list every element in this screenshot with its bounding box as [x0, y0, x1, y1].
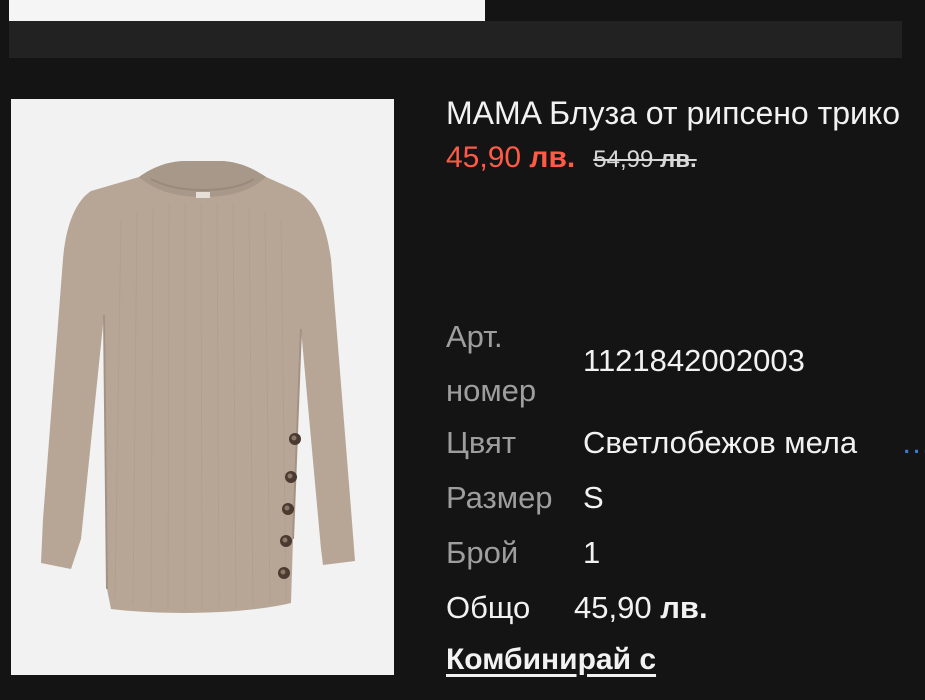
original-price-currency: лв. — [660, 146, 697, 173]
article-label: Арт. номер — [446, 319, 537, 408]
detail-row-total: Общо 45,90 лв. — [446, 580, 925, 635]
combine-with-link[interactable]: Комбинирай с — [446, 636, 656, 684]
color-label: Цвят — [446, 425, 517, 460]
detail-row-article: Арт. номер 1121842002003 — [446, 304, 925, 415]
quantity-value: 1 — [583, 535, 601, 570]
product-image[interactable] — [11, 99, 394, 675]
top-image-strip — [9, 0, 485, 21]
quantity-label: Брой — [446, 535, 519, 570]
product-page: MAMA Блуза от рипсено трико 45,90 лв. 54… — [0, 0, 925, 700]
size-value: S — [583, 480, 604, 515]
original-price-amount: 54,99 — [593, 146, 654, 173]
total-label: Общо — [446, 590, 531, 625]
total-value: 45,90 лв. — [574, 580, 708, 635]
detail-row-size: Размер S — [446, 470, 925, 525]
product-title: MAMA Блуза от рипсено трико — [446, 95, 901, 131]
product-details: Арт. номер 1121842002003 Цвят Светлобежо… — [446, 304, 925, 635]
sale-price-currency: лв. — [529, 141, 576, 174]
detail-row-quantity: Брой 1 — [446, 525, 925, 580]
detail-row-color: Цвят Светлобежов мела … — [446, 415, 925, 470]
color-value: Светлобежов мела — [583, 425, 858, 460]
size-label: Размер — [446, 480, 553, 515]
garment-illustration — [11, 99, 394, 675]
color-overflow-ellipsis: … — [901, 415, 925, 470]
price-row: 45,90 лв. 54,99 лв. — [446, 141, 925, 181]
total-amount: 45,90 — [574, 590, 652, 625]
top-gray-bar — [9, 21, 902, 58]
sale-price-amount: 45,90 — [446, 141, 522, 174]
sale-price: 45,90 лв. — [446, 141, 575, 175]
original-price: 54,99 лв. — [593, 146, 696, 174]
article-value: 1121842002003 — [583, 343, 805, 378]
product-info: MAMA Блуза от рипсено трико 45,90 лв. 54… — [446, 86, 925, 181]
total-currency: лв. — [660, 590, 708, 625]
